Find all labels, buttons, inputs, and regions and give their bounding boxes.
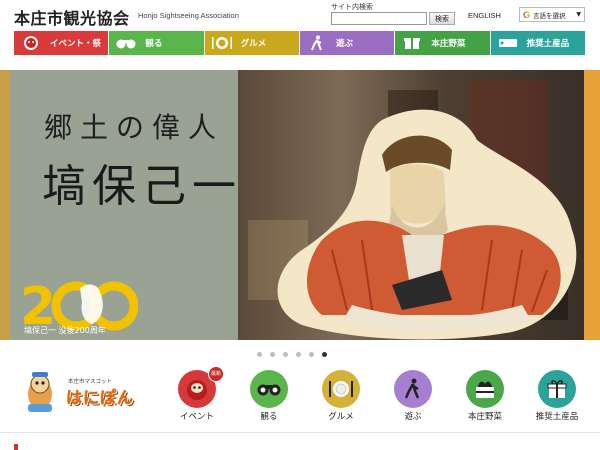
slide-dot[interactable] <box>270 352 275 357</box>
site-header: 本庄市観光協会 Honjo Sightseeing Association サイ… <box>0 0 600 30</box>
category-circle <box>394 370 432 408</box>
portrait-illustration <box>277 109 577 340</box>
category-souvenirs[interactable]: 推奨土産品 <box>532 370 582 422</box>
category-label: 推奨土産品 <box>535 412 579 422</box>
nav-item-label: グルメ <box>240 39 267 49</box>
ticket-icon <box>497 36 519 50</box>
nav-item-souvenirs[interactable]: 推奨土産品 <box>490 31 585 55</box>
new-badge: 最新 <box>208 366 224 382</box>
hero-slider[interactable]: 郷土の偉人 塙保己一 2 塙保己一 没後200周年 <box>0 70 600 340</box>
slide-dot-active[interactable] <box>322 352 327 357</box>
nav-item-label: 推奨土産品 <box>526 39 570 49</box>
search-label: サイト内検索 <box>331 3 373 11</box>
category-vegetables[interactable]: 本庄野菜 <box>460 370 510 422</box>
hero-title: 塙保己一 <box>42 161 242 212</box>
plate-icon <box>211 36 233 50</box>
chevron-down-icon: ▼ <box>576 11 581 18</box>
nav-item-label: 本庄野菜 <box>431 39 466 49</box>
slide-dot[interactable] <box>309 352 314 357</box>
category-circle <box>538 370 576 408</box>
category-label: 観る <box>260 412 278 422</box>
anniversary-caption: 塙保己一 没後200周年 <box>24 326 106 335</box>
category-play[interactable]: 遊ぶ <box>388 370 438 422</box>
category-label: グルメ <box>328 412 354 422</box>
nav-item-label: 観る <box>145 39 163 49</box>
nav-item-label: 遊ぶ <box>335 39 353 49</box>
slide-dot[interactable] <box>257 352 262 357</box>
category-circle <box>466 370 504 408</box>
category-events[interactable]: 最新 イベント <box>172 366 224 422</box>
nav-item-sightseeing[interactable]: 観る <box>109 31 205 55</box>
category-circle: 最新 <box>178 366 224 408</box>
slider-pagination <box>257 352 327 357</box>
main-nav: イベント・祭 観る グルメ 遊ぶ 本庄野菜 推奨土産品 <box>14 31 585 55</box>
category-links: 最新 イベント 観る グルメ 遊ぶ 本庄野菜 推奨土産品 <box>172 366 582 426</box>
gift-icon <box>401 36 423 50</box>
walker-icon <box>404 378 420 399</box>
english-link[interactable]: ENGLISH <box>468 11 501 20</box>
search-button[interactable]: 検索 <box>429 12 455 25</box>
category-sightseeing[interactable]: 観る <box>244 370 294 422</box>
category-circle <box>322 370 360 408</box>
translate-label: 言語を選択 <box>533 11 566 20</box>
walker-icon <box>306 35 328 51</box>
site-subtitle: Honjo Sightseeing Association <box>138 11 239 20</box>
translate-select[interactable]: G 言語を選択 ▼ <box>519 7 585 22</box>
google-icon: G <box>523 9 531 20</box>
gift-icon <box>547 380 567 398</box>
slide-dot[interactable] <box>283 352 288 357</box>
nav-item-gourmet[interactable]: グルメ <box>204 31 300 55</box>
binoculars-icon <box>257 384 281 396</box>
nav-item-label: イベント・祭 <box>50 39 102 49</box>
binoculars-icon <box>115 36 137 50</box>
category-gourmet[interactable]: グルメ <box>316 370 366 422</box>
site-title[interactable]: 本庄市観光協会 <box>14 5 130 29</box>
dharma-icon <box>187 380 207 400</box>
slide-dot[interactable] <box>296 352 301 357</box>
mascot-name: はにぽん <box>66 388 135 408</box>
footer-accent <box>14 444 18 450</box>
category-label: 遊ぶ <box>404 412 422 422</box>
category-circle <box>250 370 288 408</box>
category-label: イベント <box>179 412 214 422</box>
divider <box>0 432 600 433</box>
hero-heading: 郷土の偉人 <box>44 111 225 144</box>
dharma-icon <box>20 36 42 50</box>
nav-item-events[interactable]: イベント・祭 <box>14 31 110 55</box>
plate-icon <box>329 381 353 397</box>
vegetable-icon <box>476 381 494 398</box>
category-label: 本庄野菜 <box>467 412 502 422</box>
nav-item-vegetables[interactable]: 本庄野菜 <box>395 31 491 55</box>
prev-slide-edge[interactable] <box>0 70 10 340</box>
search-input[interactable] <box>331 12 427 25</box>
nav-item-play[interactable]: 遊ぶ <box>299 31 396 55</box>
